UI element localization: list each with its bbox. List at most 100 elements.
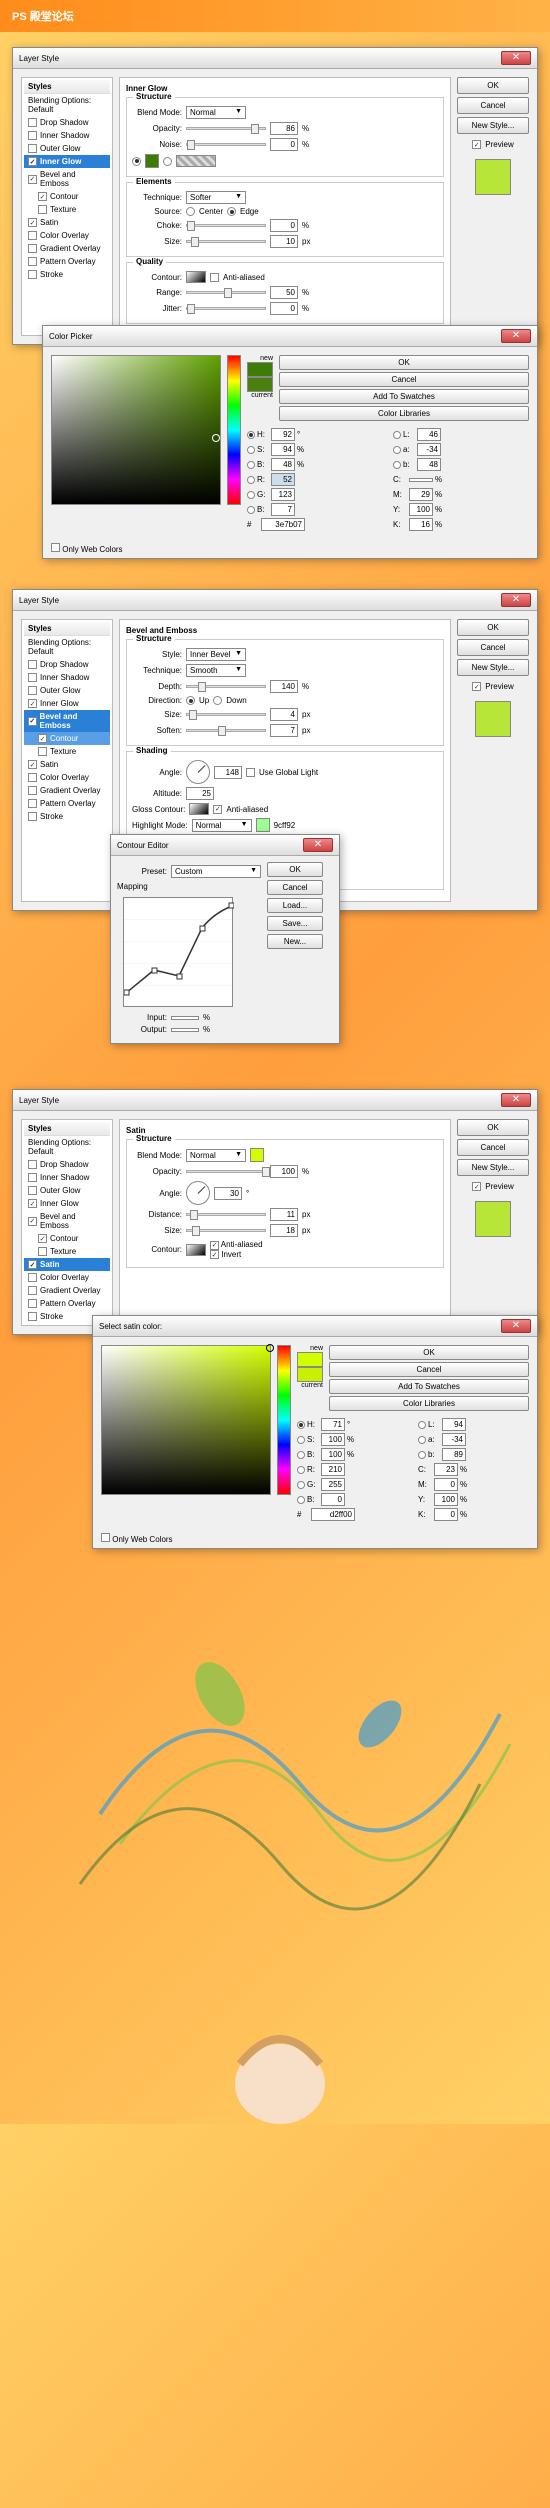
range-input[interactable]: 50 [270, 286, 298, 299]
new-button[interactable]: New... [267, 934, 323, 949]
g-radio[interactable] [247, 491, 255, 499]
sidebar-item-satin[interactable]: ✓Satin [24, 1258, 110, 1271]
distance-slider[interactable] [186, 1213, 266, 1216]
b-radio[interactable] [247, 461, 255, 469]
new-style-button[interactable]: New Style... [457, 659, 529, 676]
style-select[interactable]: Inner Bevel▼ [186, 648, 246, 661]
cancel-button[interactable]: Cancel [279, 372, 529, 387]
checkbox-icon[interactable]: ✓ [28, 699, 37, 708]
size-slider[interactable] [186, 713, 266, 716]
close-icon[interactable]: ✕ [501, 329, 531, 343]
sidebar-item[interactable]: Drop Shadow [24, 1158, 110, 1171]
down-radio[interactable] [213, 696, 222, 705]
new-style-button[interactable]: New Style... [457, 1159, 529, 1176]
angle-dial[interactable] [186, 760, 210, 784]
opacity-slider[interactable] [186, 127, 266, 130]
cancel-button[interactable]: Cancel [457, 97, 529, 114]
sidebar-item[interactable]: Gradient Overlay [24, 242, 110, 255]
color-field[interactable] [101, 1345, 271, 1495]
h-radio[interactable] [247, 431, 255, 439]
sidebar-item[interactable]: ✓Contour [24, 190, 110, 203]
sidebar-item[interactable]: Outer Glow [24, 1184, 110, 1197]
checkbox-icon[interactable]: ✓ [472, 1182, 481, 1191]
sidebar-item-inner-glow[interactable]: ✓Inner Glow [24, 155, 110, 168]
checkbox-icon[interactable] [28, 270, 37, 279]
center-radio[interactable] [186, 207, 195, 216]
g-input[interactable]: 255 [321, 1478, 345, 1491]
c-input[interactable]: 23 [434, 1463, 458, 1476]
checkbox-icon[interactable] [28, 244, 37, 253]
sidebar-item[interactable]: Texture [24, 203, 110, 216]
checkbox-icon[interactable] [28, 1160, 37, 1169]
sidebar-item[interactable]: ✓Inner Glow [24, 1197, 110, 1210]
noise-slider[interactable] [186, 143, 266, 146]
lb-input[interactable]: 89 [442, 1448, 466, 1461]
a-input[interactable]: -34 [442, 1433, 466, 1446]
bc-input[interactable]: 7 [271, 503, 295, 516]
checkbox-icon[interactable] [28, 812, 37, 821]
preset-select[interactable]: Custom▼ [171, 865, 261, 878]
bc-radio[interactable] [297, 1496, 305, 1504]
h-radio[interactable] [297, 1421, 305, 1429]
current-color-swatch[interactable] [297, 1367, 323, 1382]
sidebar-item-bevel[interactable]: ✓Bevel and Emboss [24, 710, 110, 732]
checkbox-icon[interactable]: ✓ [213, 805, 222, 814]
color-libraries-button[interactable]: Color Libraries [329, 1396, 529, 1411]
choke-slider[interactable] [186, 224, 266, 227]
close-icon[interactable]: ✕ [501, 1319, 531, 1333]
s-input[interactable]: 100 [321, 1433, 345, 1446]
bc-radio[interactable] [247, 506, 255, 514]
size-input[interactable]: 4 [270, 708, 298, 721]
cancel-button[interactable]: Cancel [457, 639, 529, 656]
choke-input[interactable]: 0 [270, 219, 298, 232]
checkbox-icon[interactable]: ✓ [28, 1199, 37, 1208]
cancel-button[interactable]: Cancel [329, 1362, 529, 1377]
checkbox-icon[interactable]: ✓ [472, 682, 481, 691]
sidebar-item[interactable]: Gradient Overlay [24, 1284, 110, 1297]
color-libraries-button[interactable]: Color Libraries [279, 406, 529, 421]
checkbox-icon[interactable]: ✓ [28, 175, 37, 184]
contour-curve[interactable] [123, 897, 233, 1007]
ok-button[interactable]: OK [279, 355, 529, 370]
checkbox-icon[interactable] [28, 1312, 37, 1321]
soften-slider[interactable] [186, 729, 266, 732]
checkbox-icon[interactable]: ✓ [28, 717, 37, 726]
highlight-mode-select[interactable]: Normal▼ [192, 819, 252, 832]
contour-swatch[interactable] [186, 271, 206, 283]
checkbox-icon[interactable] [38, 747, 47, 756]
checkbox-icon[interactable]: ✓ [38, 1234, 47, 1243]
lb-radio[interactable] [393, 461, 401, 469]
checkbox-icon[interactable] [28, 799, 37, 808]
a-radio[interactable] [393, 446, 401, 454]
checkbox-icon[interactable] [28, 1286, 37, 1295]
blending-options[interactable]: Blending Options: Default [24, 94, 110, 116]
h-input[interactable]: 71 [321, 1418, 345, 1431]
close-icon[interactable]: ✕ [501, 1093, 531, 1107]
close-icon[interactable]: ✕ [303, 838, 333, 852]
checkbox-icon[interactable] [246, 768, 255, 777]
sidebar-item[interactable]: ✓Bevel and Emboss [24, 1210, 110, 1232]
hue-slider[interactable] [277, 1345, 291, 1495]
checkbox-icon[interactable]: ✓ [28, 157, 37, 166]
bc-input[interactable]: 0 [321, 1493, 345, 1506]
highlight-color[interactable] [256, 818, 270, 832]
checkbox-icon[interactable]: ✓ [210, 1241, 219, 1250]
c-input[interactable] [409, 478, 433, 482]
size-slider[interactable] [186, 1229, 266, 1232]
checkbox-icon[interactable] [28, 786, 37, 795]
input-field[interactable] [171, 1016, 199, 1020]
checkbox-icon[interactable]: ✓ [210, 1250, 219, 1259]
sidebar-item[interactable]: Outer Glow [24, 684, 110, 697]
s-radio[interactable] [297, 1436, 305, 1444]
output-field[interactable] [171, 1028, 199, 1032]
sidebar-item[interactable]: Color Overlay [24, 229, 110, 242]
sidebar-item[interactable]: Pattern Overlay [24, 1297, 110, 1310]
ok-button[interactable]: OK [457, 1119, 529, 1136]
altitude-input[interactable]: 25 [186, 787, 214, 800]
l-radio[interactable] [418, 1421, 426, 1429]
sidebar-item[interactable]: Texture [24, 745, 110, 758]
opacity-slider[interactable] [186, 1170, 266, 1173]
h-input[interactable]: 92 [271, 428, 295, 441]
checkbox-icon[interactable] [28, 231, 37, 240]
m-input[interactable]: 0 [434, 1478, 458, 1491]
